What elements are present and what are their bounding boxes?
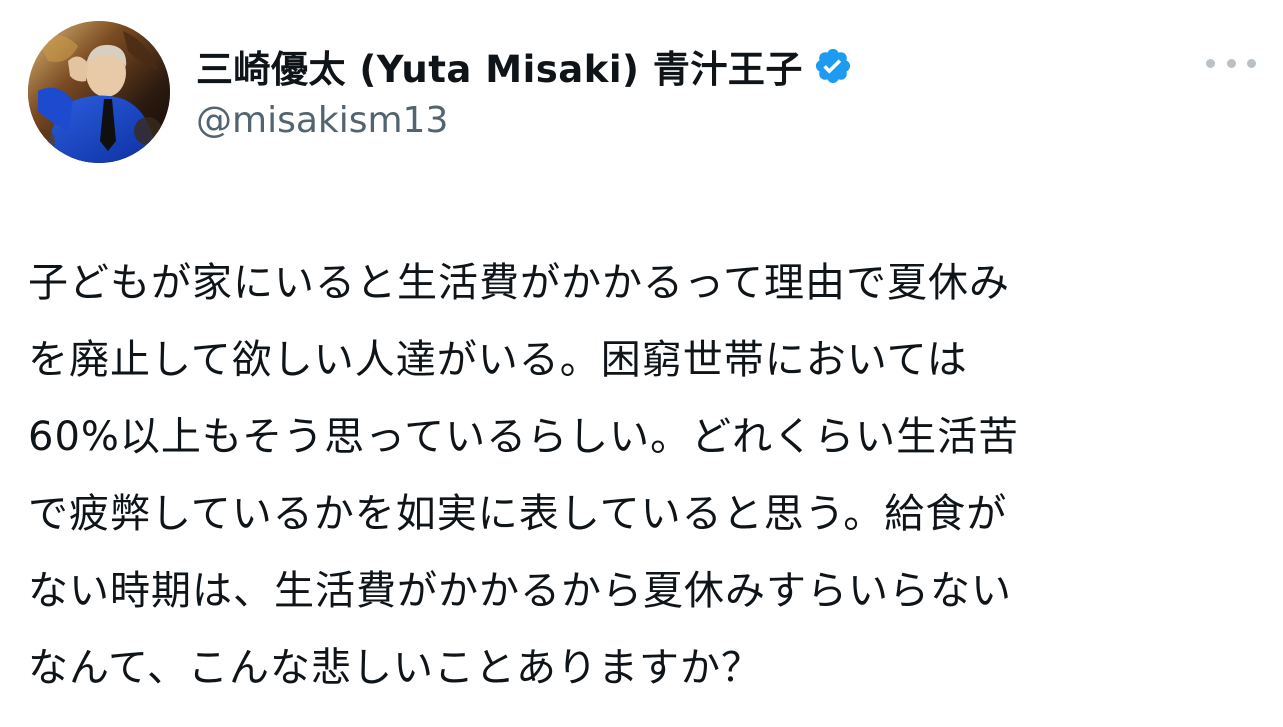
- tweet-text-line: 子どもが家にいると生活費がかかるって理由で夏休み: [28, 260, 1010, 306]
- more-options-icon[interactable]: [1206, 50, 1256, 76]
- author-display-name[interactable]: 三崎優太 (Yuta Misaki) 青汁王子: [196, 39, 803, 93]
- avatar[interactable]: [28, 21, 170, 163]
- tweet-card: 三崎優太 (Yuta Misaki) 青汁王子 @misakism13 子どもが…: [0, 0, 1283, 727]
- tweet-text-line: なんて、こんな悲しいことありますか？: [28, 645, 762, 691]
- more-dot: [1226, 58, 1236, 68]
- tweet-text-line: で疲弊しているかを如実に表していると思う。給食が: [28, 491, 1008, 537]
- tweet-text: 子どもが家にいると生活費がかかるって理由で夏休み を廃止して欲しい人達がいる。困…: [28, 245, 1258, 707]
- more-dot: [1247, 58, 1256, 68]
- tweet-text-line: を廃止して欲しい人達がいる。困窮世帯においては: [28, 337, 968, 383]
- more-dot: [1206, 58, 1215, 68]
- author-handle[interactable]: @misakism13: [196, 100, 448, 141]
- tweet-text-line: 60%以上もそう思っているらしい。どれくらい生活苦: [28, 414, 1020, 460]
- verified-badge-icon[interactable]: [813, 46, 853, 86]
- author-name-row[interactable]: 三崎優太 (Yuta Misaki) 青汁王子: [196, 38, 853, 94]
- tweet-text-line: ない時期は、生活費がかかるから夏休みすらいらない: [28, 568, 1012, 614]
- avatar-photo: [28, 21, 170, 163]
